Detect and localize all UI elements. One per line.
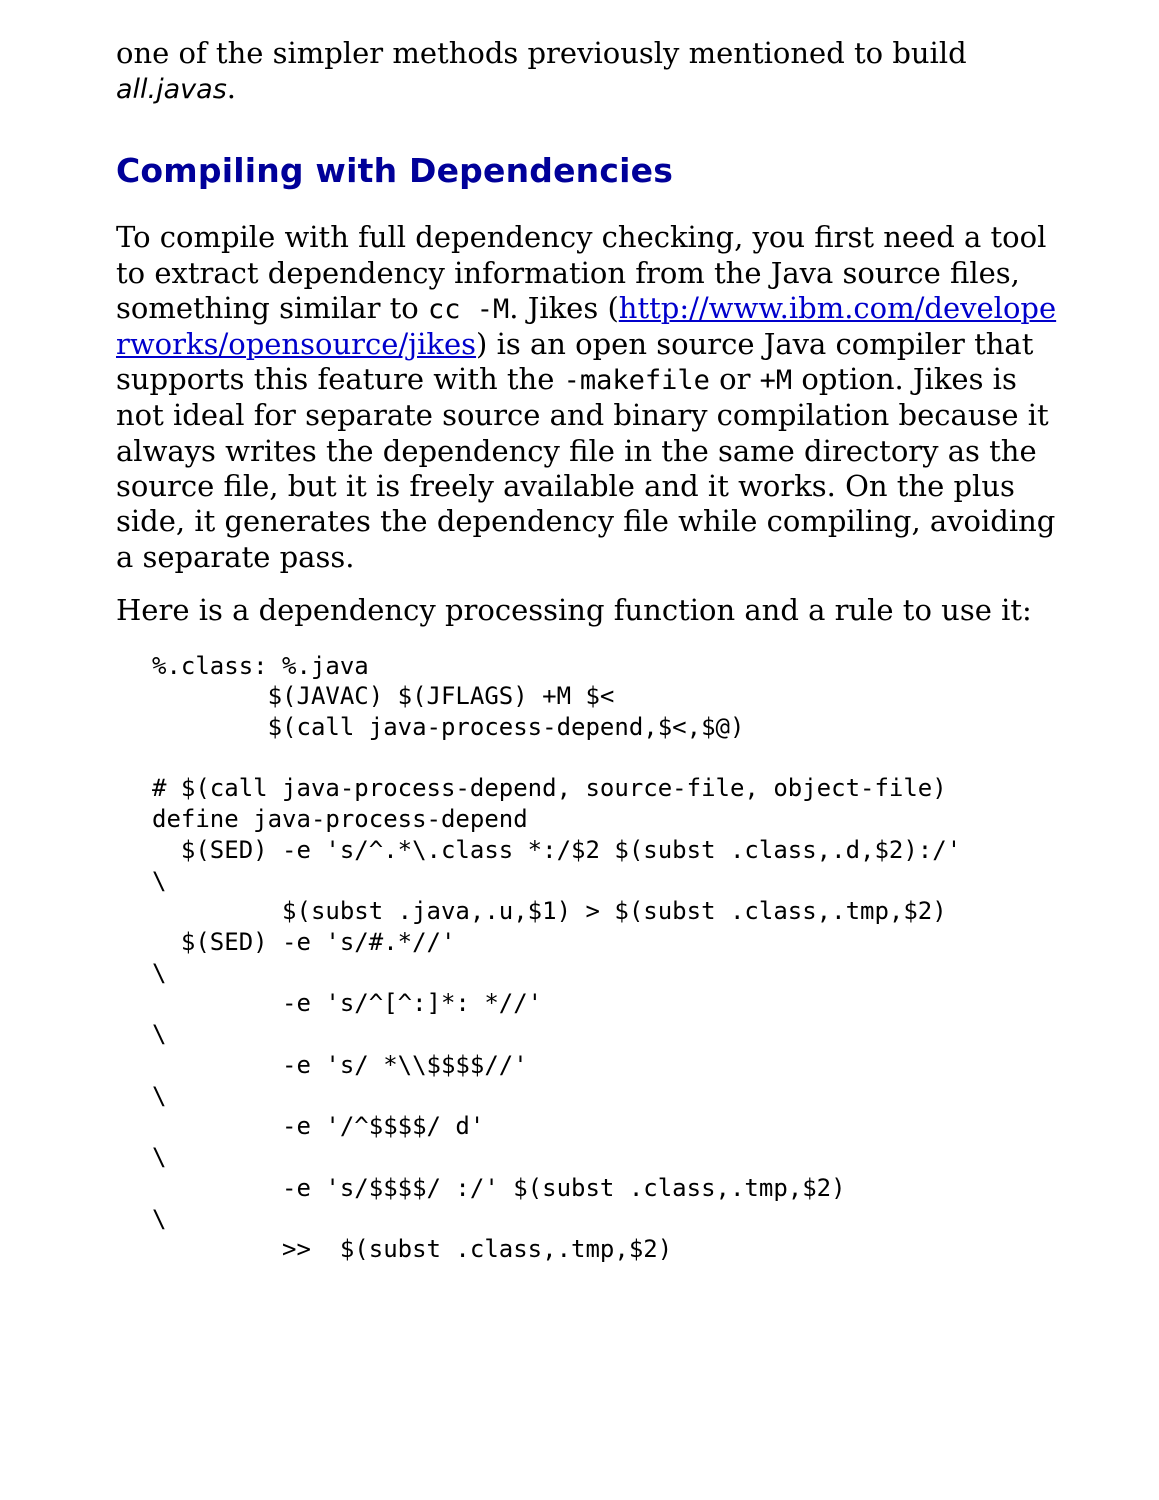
intro-italic-filename: all.javas xyxy=(116,74,227,105)
paragraph-2: Here is a dependency processing function… xyxy=(116,593,1059,628)
intro-text-after: . xyxy=(227,71,236,105)
document-page: one of the simpler methods previously me… xyxy=(0,0,1159,1325)
intro-paragraph: one of the simpler methods previously me… xyxy=(116,36,1059,107)
paragraph-1: To compile with full dependency checking… xyxy=(116,220,1059,575)
inline-code-makefile: -makefile xyxy=(564,365,710,396)
section-heading: Compiling with Dependencies xyxy=(116,151,1059,190)
p1-text-2: . Jikes ( xyxy=(509,291,619,325)
p1-text-4: or xyxy=(710,362,760,396)
intro-text-before: one of the simpler methods previously me… xyxy=(116,36,967,70)
code-block: %.class: %.java $(JAVAC) $(JFLAGS) +M $<… xyxy=(152,651,1059,1265)
inline-code-plus-m: +M xyxy=(760,365,793,396)
inline-code-cc-m: cc -M xyxy=(428,294,509,325)
